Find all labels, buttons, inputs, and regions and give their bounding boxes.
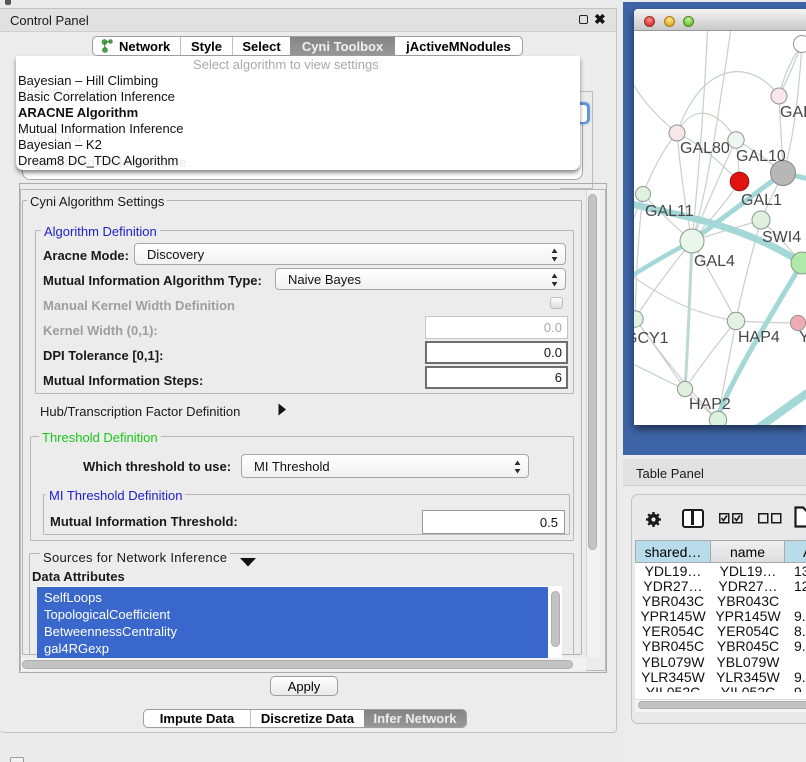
svg-text:GAL1: GAL1 bbox=[741, 192, 782, 209]
svg-text:HAP2: HAP2 bbox=[689, 396, 731, 413]
svg-text:GAL: GAL bbox=[780, 104, 806, 121]
svg-text:Y: Y bbox=[799, 329, 806, 346]
svg-text:GAL4: GAL4 bbox=[694, 253, 735, 270]
svg-text:GCY1: GCY1 bbox=[634, 330, 669, 347]
svg-text:HAP4: HAP4 bbox=[738, 329, 780, 346]
svg-text:SWI4: SWI4 bbox=[762, 229, 801, 246]
svg-text:GAL11: GAL11 bbox=[645, 203, 694, 220]
svg-text:GAL80: GAL80 bbox=[680, 140, 730, 157]
svg-text:GAL10: GAL10 bbox=[736, 148, 786, 165]
